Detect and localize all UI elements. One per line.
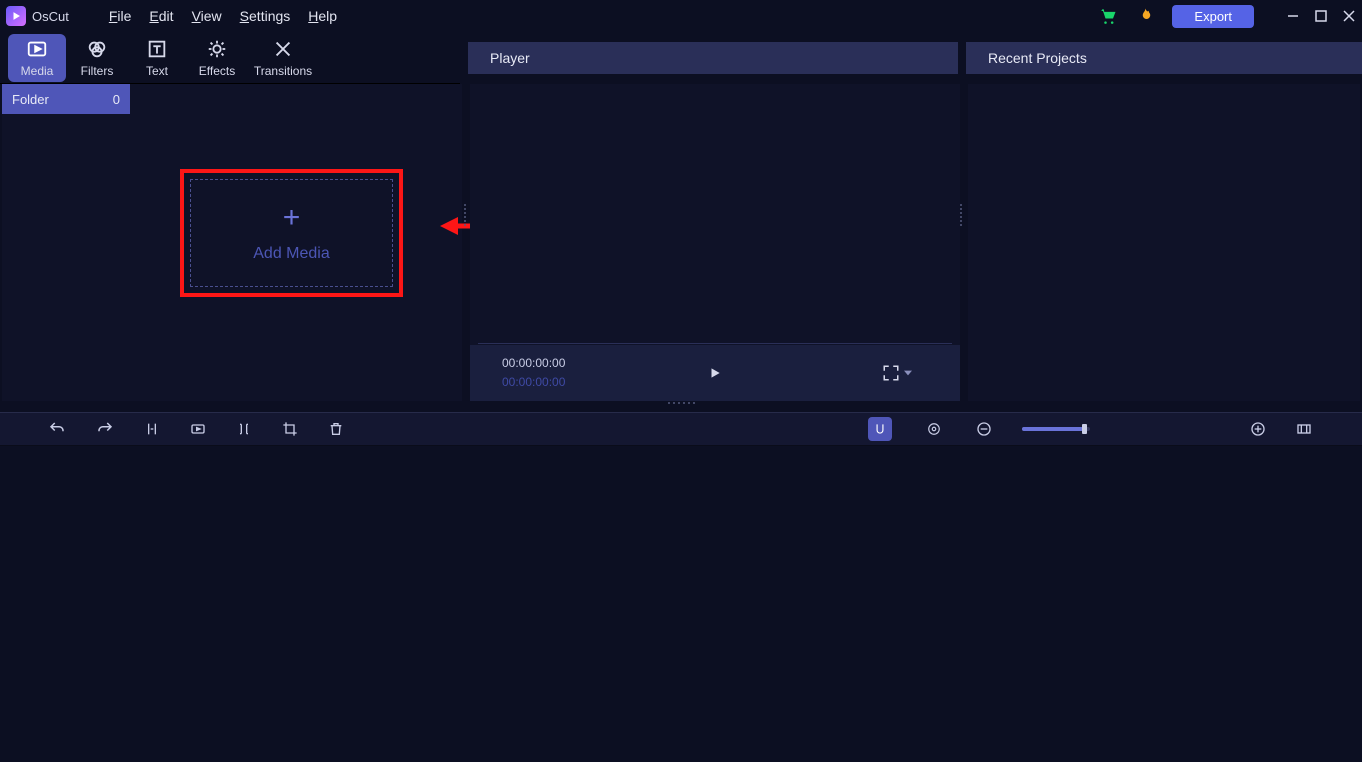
window-minimize-icon[interactable] [1286, 9, 1300, 23]
tab-transitions[interactable]: Transitions [248, 34, 318, 82]
undo-button[interactable] [48, 420, 66, 438]
tab-effects[interactable]: Effects [188, 34, 246, 82]
tab-media[interactable]: Media [8, 34, 66, 82]
zoom-in-button[interactable] [1250, 421, 1266, 437]
menu-file[interactable]: File [109, 8, 132, 24]
player-time-total: 00:00:00:00 [502, 373, 565, 392]
add-media-highlight: + Add Media [180, 169, 403, 297]
redo-button[interactable] [96, 420, 114, 438]
zoom-out-button[interactable] [976, 421, 992, 437]
player-times: 00:00:00:00 00:00:00:00 [502, 354, 565, 392]
media-sidebar: Folder 0 [2, 84, 130, 401]
chevron-down-icon [904, 369, 912, 377]
title-actions: Export [1098, 5, 1356, 28]
folder-row[interactable]: Folder 0 [2, 84, 130, 114]
drag-handle-horizontal[interactable] [0, 401, 1362, 404]
app-title: OsCut [32, 9, 69, 24]
menu-help[interactable]: Help [308, 8, 337, 24]
tab-filters-label: Filters [81, 64, 114, 78]
bracket-button[interactable] [236, 421, 252, 437]
player-panel-header: Player [468, 42, 958, 74]
timeline-toolbar [0, 412, 1362, 446]
tab-transitions-label: Transitions [254, 64, 312, 78]
drag-handle-right[interactable] [960, 204, 966, 226]
projects-panel [968, 84, 1360, 401]
timeline-area[interactable] [0, 446, 1362, 762]
play-button[interactable] [708, 366, 722, 380]
player-controls: 00:00:00:00 00:00:00:00 [470, 345, 960, 401]
tab-text-label: Text [146, 64, 168, 78]
flame-icon[interactable] [1136, 7, 1154, 25]
player-time-current: 00:00:00:00 [502, 354, 565, 373]
menu-settings[interactable]: Settings [240, 8, 291, 24]
window-close-icon[interactable] [1342, 9, 1356, 23]
titlebar: OsCut File Edit View Settings Help Expor… [0, 0, 1362, 32]
folder-count: 0 [113, 92, 120, 107]
split-button[interactable] [144, 421, 160, 437]
add-media-label: Add Media [253, 245, 330, 263]
cart-icon[interactable] [1098, 6, 1118, 26]
frame-button[interactable] [190, 421, 206, 437]
media-body: + Add Media [130, 84, 462, 401]
window-maximize-icon[interactable] [1314, 9, 1328, 23]
tab-strip: Media Filters Text Effects Transitions [0, 32, 460, 84]
tab-effects-label: Effects [199, 64, 235, 78]
export-button[interactable]: Export [1172, 5, 1254, 28]
tab-text[interactable]: Text [128, 34, 186, 82]
fullscreen-button[interactable] [882, 364, 912, 382]
projects-title: Recent Projects [988, 50, 1087, 66]
zoom-slider[interactable] [1022, 427, 1090, 431]
fit-button[interactable] [1296, 421, 1312, 437]
media-panel: Folder 0 + Add Media [2, 84, 462, 401]
tab-filters[interactable]: Filters [68, 34, 126, 82]
folder-label: Folder [12, 92, 49, 107]
add-media-button[interactable]: + Add Media [190, 179, 393, 287]
projects-panel-header: Recent Projects [966, 42, 1362, 74]
crop-button[interactable] [282, 421, 298, 437]
player-panel: 00:00:00:00 00:00:00:00 [470, 84, 960, 401]
menubar: File Edit View Settings Help [109, 8, 337, 24]
menu-view[interactable]: View [192, 8, 222, 24]
settings-box-button[interactable] [922, 417, 946, 441]
panels-row: Folder 0 + Add Media 00:00:00:00 00: [0, 84, 1362, 401]
tab-media-label: Media [21, 64, 54, 78]
plus-icon: + [283, 203, 301, 233]
menu-edit[interactable]: Edit [149, 8, 173, 24]
player-viewport [470, 84, 960, 345]
app-logo [6, 6, 26, 26]
snap-button[interactable] [868, 417, 892, 441]
player-title: Player [490, 50, 530, 66]
delete-button[interactable] [328, 421, 344, 437]
